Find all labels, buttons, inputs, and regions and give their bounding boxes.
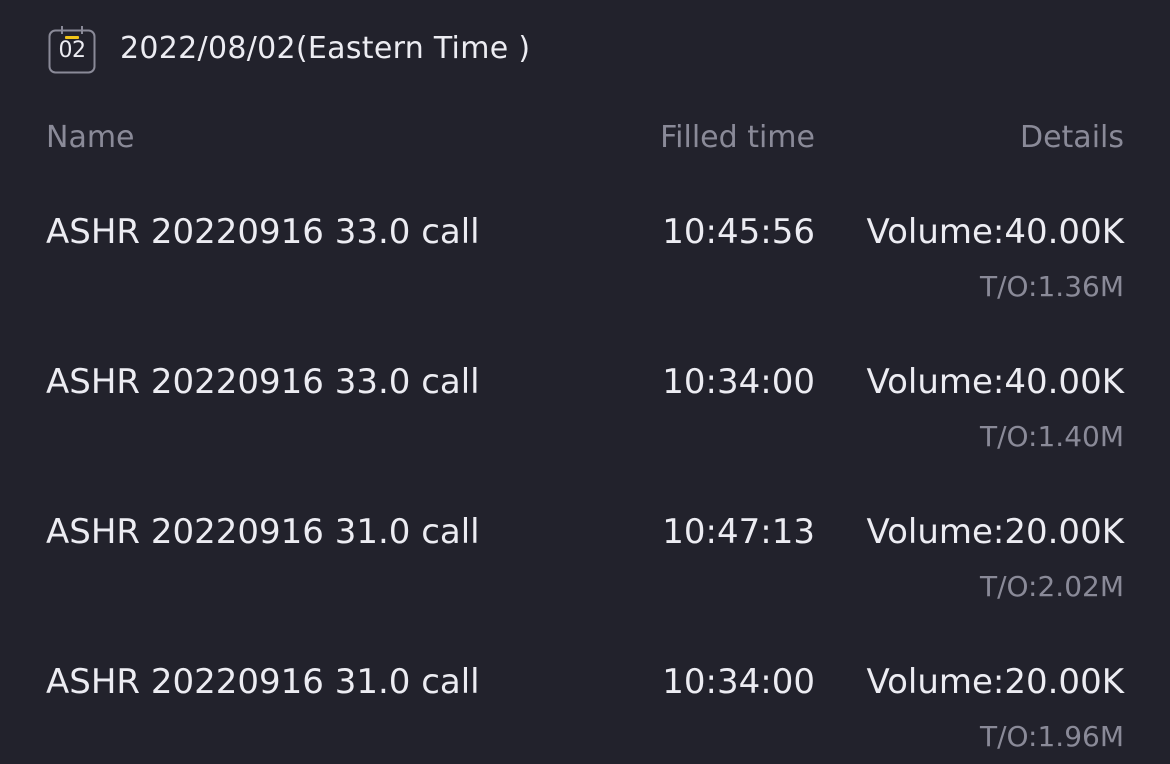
date-header: 02 2022/08/02(Eastern Time ) xyxy=(48,24,530,74)
trade-row[interactable]: ASHR 20220916 31.0 call 10:47:13 Volume:… xyxy=(0,512,1170,662)
option-name: ASHR 20220916 31.0 call xyxy=(46,662,480,702)
turnover-value: T/O:1.36M xyxy=(979,270,1124,303)
volume-value: Volume:40.00K xyxy=(866,212,1124,252)
option-name: ASHR 20220916 33.0 call xyxy=(46,362,480,402)
column-header-details: Details xyxy=(1019,120,1124,155)
trade-row[interactable]: ASHR 20220916 31.0 call 10:34:00 Volume:… xyxy=(0,662,1170,764)
volume-value: Volume:20.00K xyxy=(866,662,1124,702)
filled-time: 10:47:13 xyxy=(662,512,815,552)
trade-row[interactable]: ASHR 20220916 33.0 call 10:45:56 Volume:… xyxy=(0,212,1170,362)
date-label[interactable]: 2022/08/02(Eastern Time ) xyxy=(120,31,530,66)
volume-value: Volume:20.00K xyxy=(866,512,1124,552)
turnover-value: T/O:2.02M xyxy=(979,570,1124,603)
option-name: ASHR 20220916 33.0 call xyxy=(46,212,480,252)
filled-time: 10:45:56 xyxy=(662,212,815,252)
turnover-value: T/O:1.40M xyxy=(979,420,1124,453)
option-name: ASHR 20220916 31.0 call xyxy=(46,512,480,552)
column-header-filled-time: Filled time xyxy=(660,120,815,155)
calendar-icon[interactable]: 02 xyxy=(48,26,96,74)
turnover-value: T/O:1.96M xyxy=(979,720,1124,753)
volume-value: Volume:40.00K xyxy=(866,362,1124,402)
calendar-day-number: 02 xyxy=(58,38,87,63)
filled-time: 10:34:00 xyxy=(662,362,815,402)
column-header-name: Name xyxy=(46,120,135,155)
trade-row[interactable]: ASHR 20220916 33.0 call 10:34:00 Volume:… xyxy=(0,362,1170,512)
filled-time: 10:34:00 xyxy=(662,662,815,702)
